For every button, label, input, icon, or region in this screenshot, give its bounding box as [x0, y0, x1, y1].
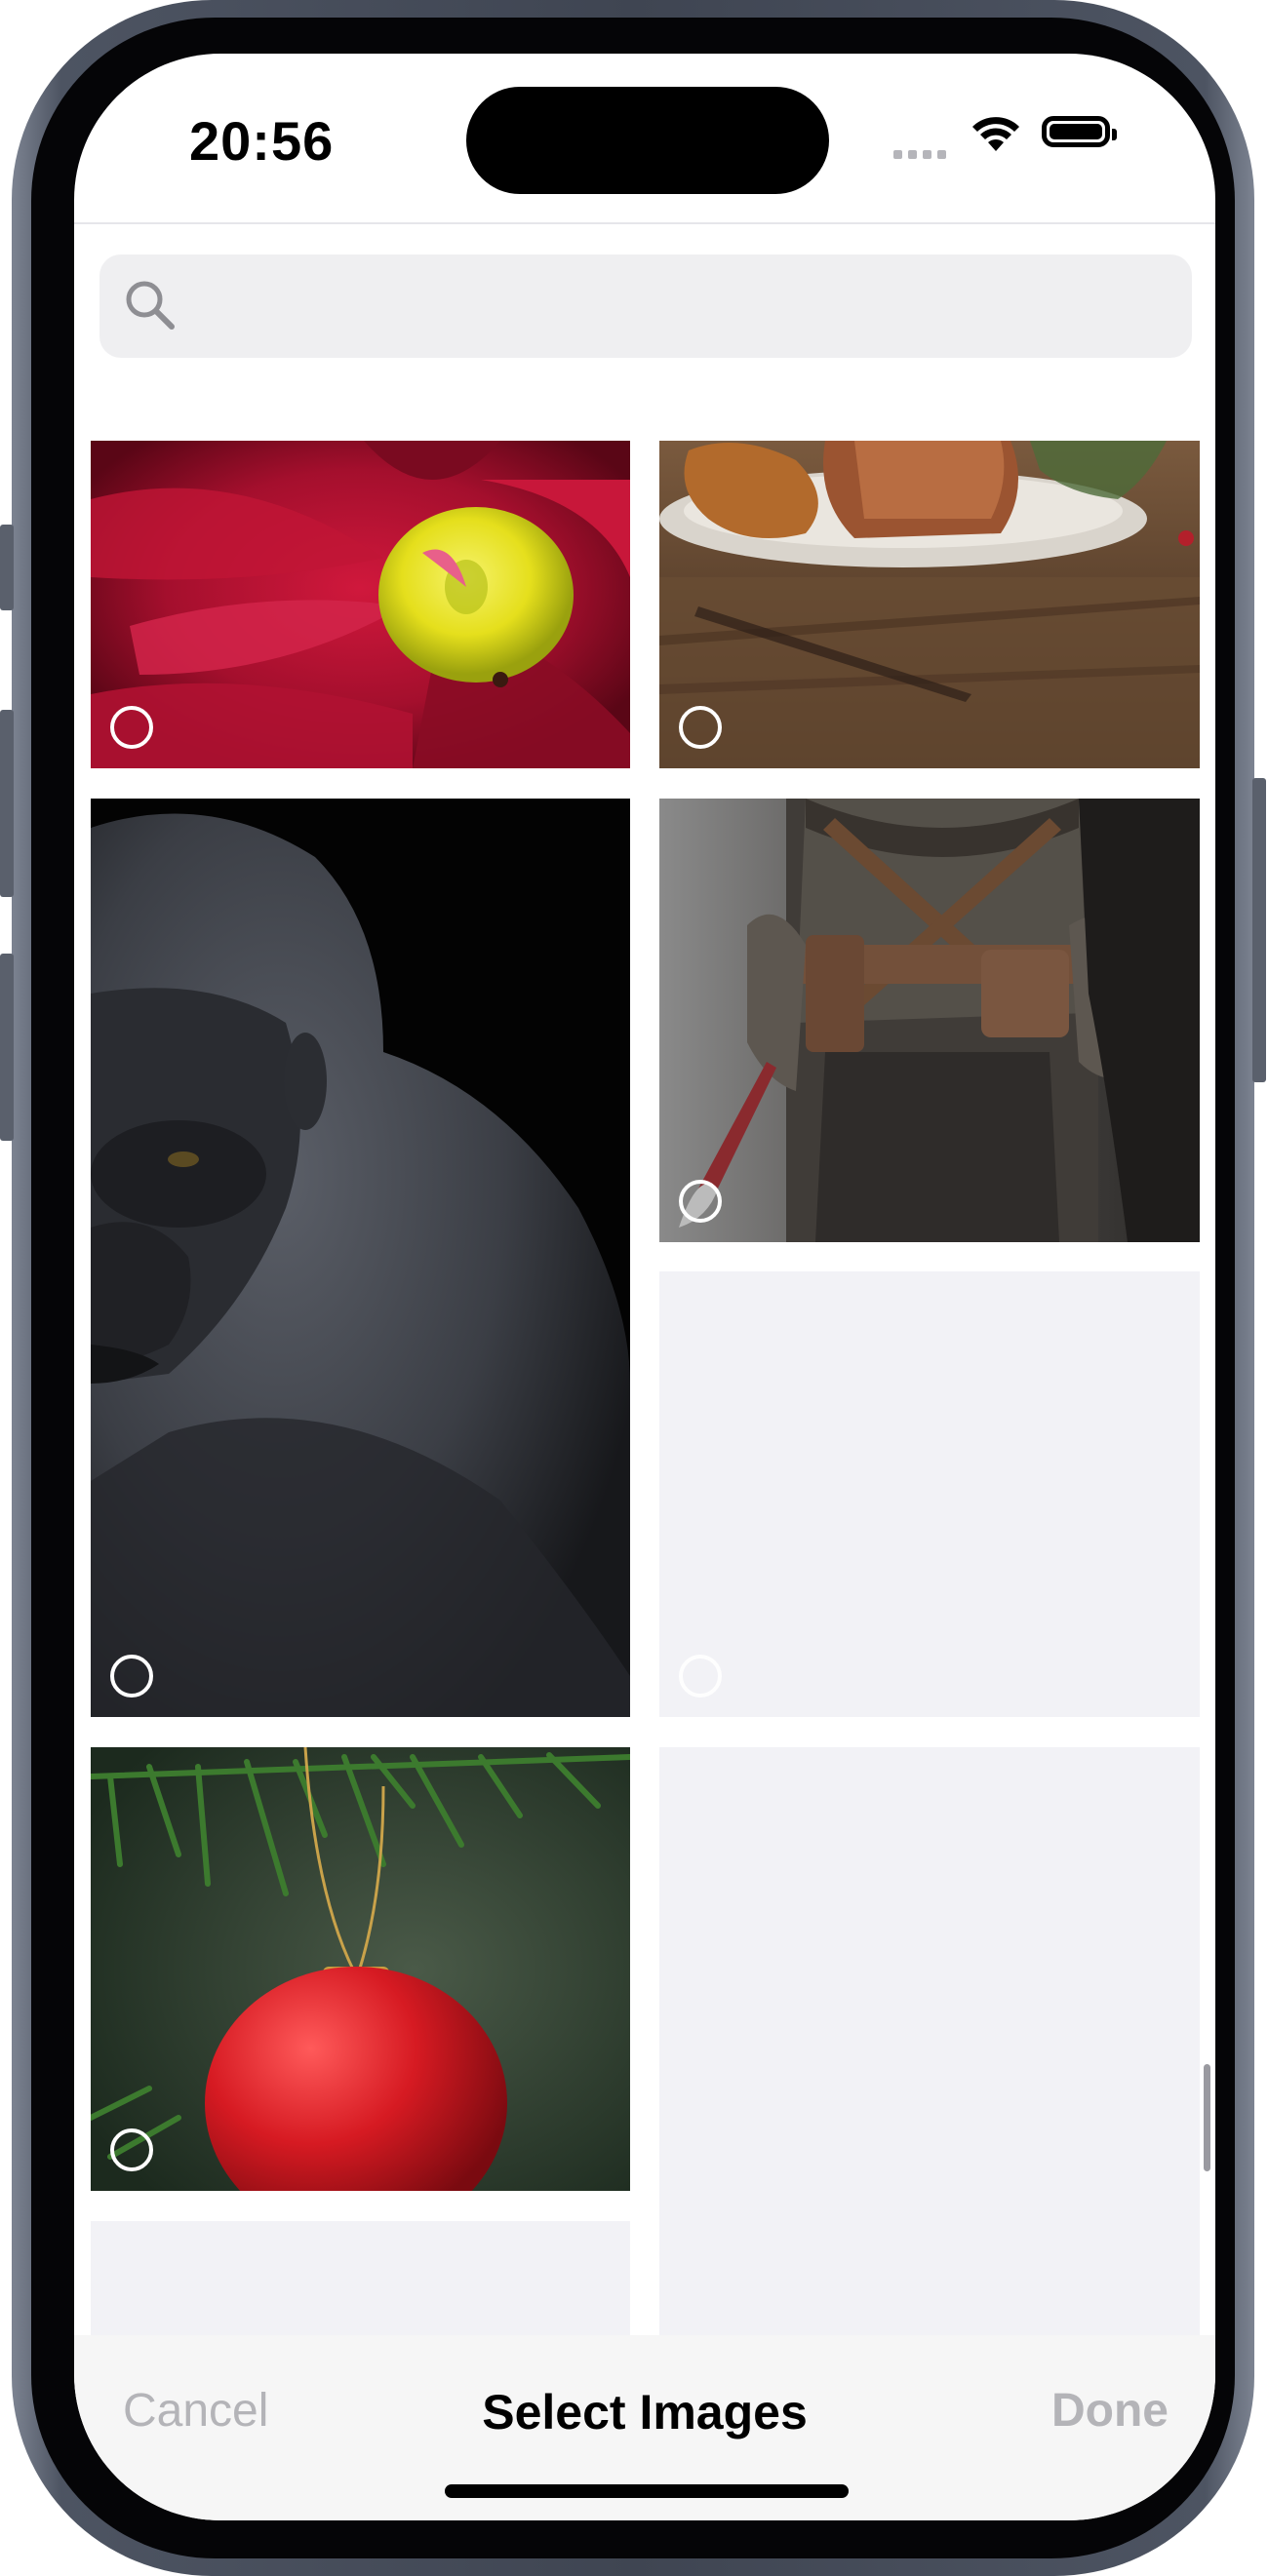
toolbar-title: Select Images: [482, 2385, 808, 2439]
action-button: [0, 525, 14, 610]
wifi-icon: [972, 117, 1019, 151]
power-button: [1252, 778, 1266, 1082]
select-checkbox[interactable]: [679, 706, 722, 749]
image-tile-warrior[interactable]: [659, 799, 1200, 1242]
volume-up-button: [0, 710, 14, 897]
flower-image: [91, 441, 630, 768]
roast-image: [659, 441, 1200, 768]
ornament-image: [91, 1747, 630, 2191]
search-input[interactable]: [193, 254, 1153, 360]
divider: [74, 222, 1215, 224]
image-tile-gorilla[interactable]: [91, 799, 630, 1717]
image-tile-placeholder[interactable]: [659, 1271, 1200, 1717]
image-tile-ornament[interactable]: [91, 1747, 630, 2191]
done-button[interactable]: Done: [1051, 2384, 1169, 2438]
image-tile-roast[interactable]: [659, 441, 1200, 768]
status-time: 20:56: [189, 110, 335, 172]
select-checkbox[interactable]: [110, 2128, 153, 2171]
gorilla-image: [91, 799, 630, 1717]
select-checkbox[interactable]: [679, 1655, 722, 1698]
image-tile-placeholder[interactable]: [659, 1747, 1200, 2335]
home-indicator[interactable]: [445, 2484, 849, 2498]
phone-frame: 20:56 Cancel Select Images Done: [0, 0, 1266, 2576]
image-tile-placeholder[interactable]: [91, 2221, 630, 2335]
select-checkbox[interactable]: [110, 706, 153, 749]
screen: 20:56 Cancel Select Images Done: [74, 54, 1215, 2520]
dynamic-island: [466, 87, 829, 194]
search-bar[interactable]: [99, 254, 1192, 360]
select-checkbox[interactable]: [679, 1180, 722, 1223]
battery-icon: [1042, 116, 1117, 147]
volume-down-button: [0, 954, 14, 1141]
warrior-image: [659, 799, 1200, 1242]
image-tile-flower[interactable]: [91, 441, 630, 768]
scroll-indicator[interactable]: [1204, 2064, 1210, 2171]
image-grid[interactable]: [74, 387, 1215, 2335]
cellular-signal-icon: [893, 146, 952, 164]
select-checkbox[interactable]: [110, 1655, 153, 1698]
search-icon: [126, 281, 175, 330]
